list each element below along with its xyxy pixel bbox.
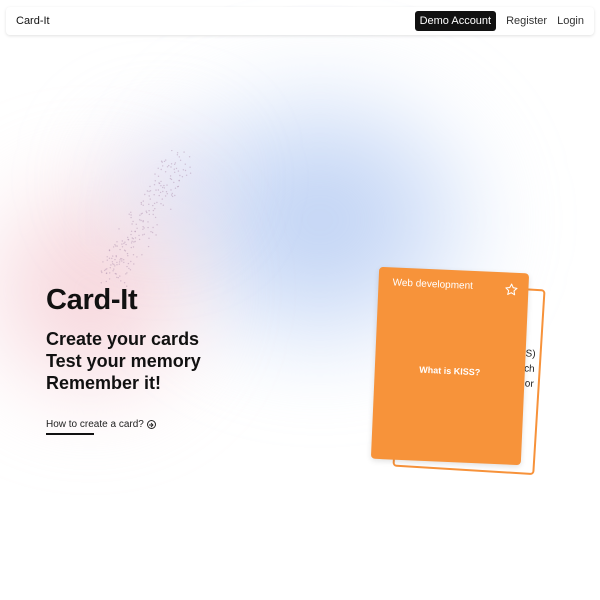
card-question: What is KISS? (419, 364, 481, 378)
demo-account-button[interactable]: Demo Account (414, 11, 497, 31)
tagline-line: Test your memory (46, 351, 201, 371)
navbar: Card-It Demo Account Register Login (6, 7, 594, 35)
arrow-circle-right-icon (146, 420, 156, 429)
flashcard-front[interactable]: Web development What is KISS? (370, 266, 530, 466)
brand-logo[interactable]: Card-It (16, 15, 415, 27)
how-to-create-card-link[interactable]: How to create a card? (46, 419, 156, 430)
link-underline (46, 433, 94, 435)
dot-pattern (100, 150, 192, 287)
login-link[interactable]: Login (557, 15, 584, 27)
star-icon[interactable] (504, 282, 519, 297)
lavender-blur-blob (80, 110, 240, 250)
how-to-label: How to create a card? (46, 419, 144, 430)
card-category: Web development (392, 277, 474, 292)
nav-links: Demo Account Register Login (414, 11, 584, 31)
hero-title: Card-It (46, 284, 138, 316)
tagline-line: Create your cards (46, 329, 200, 349)
tagline: Create your cards Test your memory Remem… (46, 328, 201, 394)
register-link[interactable]: Register (506, 15, 547, 27)
tagline-line: Remember it! (46, 373, 162, 393)
